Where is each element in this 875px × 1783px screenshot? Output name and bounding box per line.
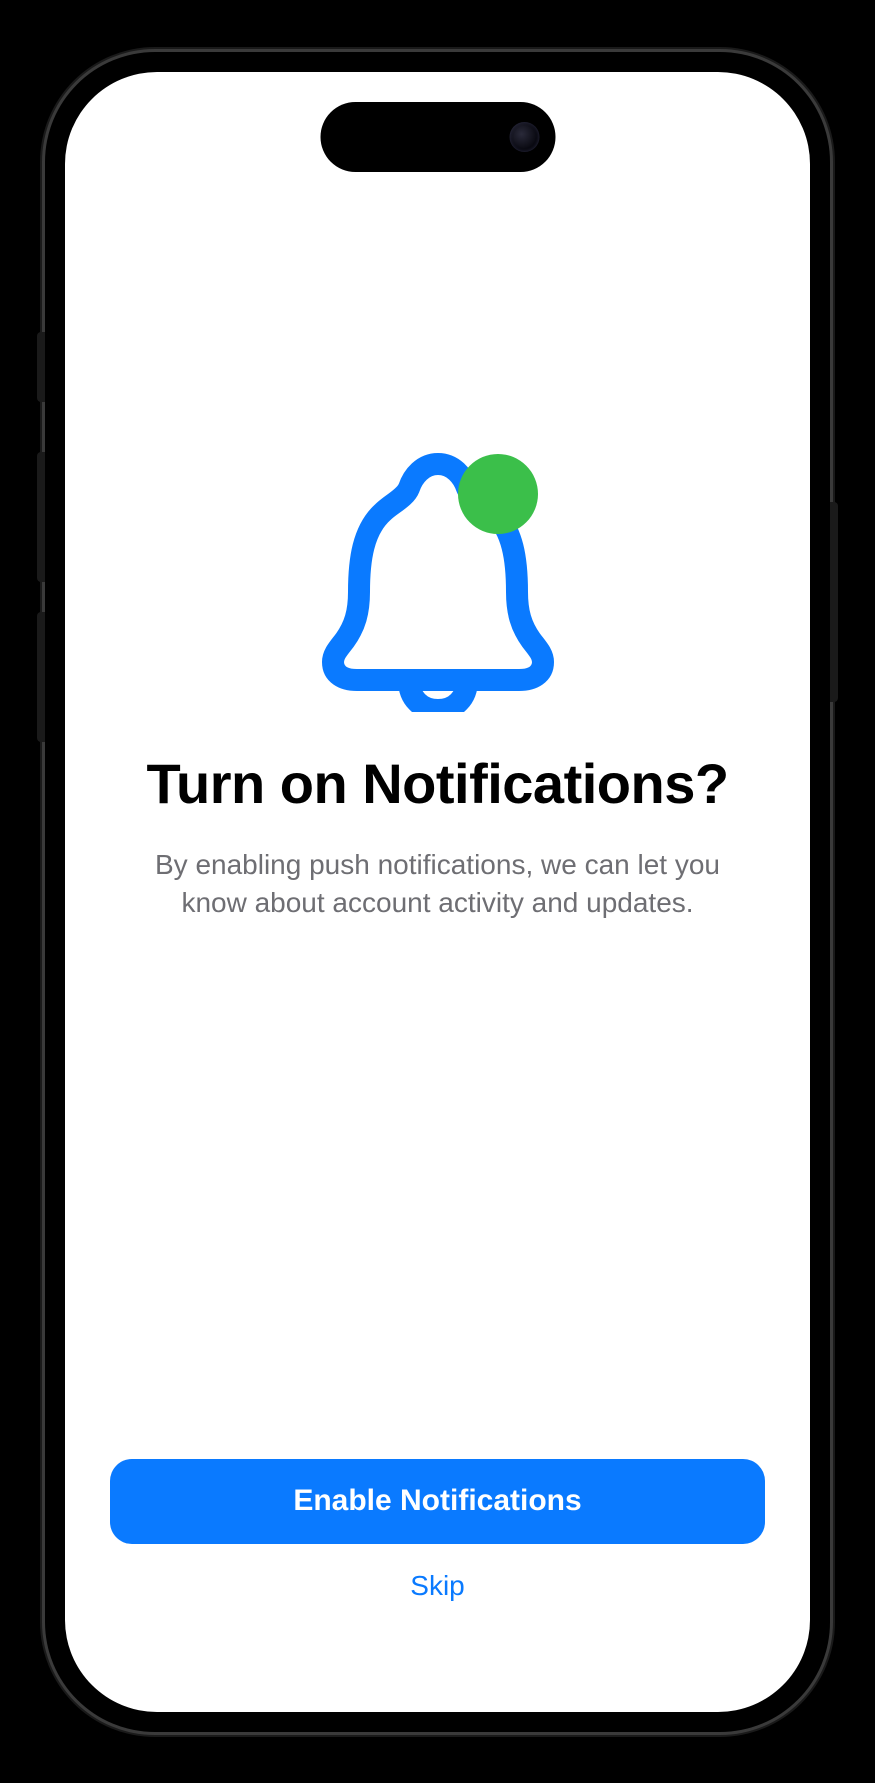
bottom-actions: Enable Notifications Skip — [65, 1459, 810, 1712]
power-button — [830, 502, 838, 702]
front-camera — [509, 122, 539, 152]
bell-notification-icon — [313, 452, 563, 712]
skip-button[interactable]: Skip — [410, 1570, 464, 1602]
silent-switch — [37, 332, 45, 402]
prompt-subtitle: By enabling push notifications, we can l… — [148, 846, 728, 922]
volume-down-button — [37, 612, 45, 742]
volume-up-button — [37, 452, 45, 582]
prompt-title: Turn on Notifications? — [146, 752, 728, 816]
onboarding-content: Turn on Notifications? By enabling push … — [65, 72, 810, 1459]
screen: Turn on Notifications? By enabling push … — [65, 72, 810, 1712]
phone-frame: Turn on Notifications? By enabling push … — [45, 52, 830, 1732]
dynamic-island — [320, 102, 555, 172]
enable-notifications-button[interactable]: Enable Notifications — [110, 1459, 765, 1544]
